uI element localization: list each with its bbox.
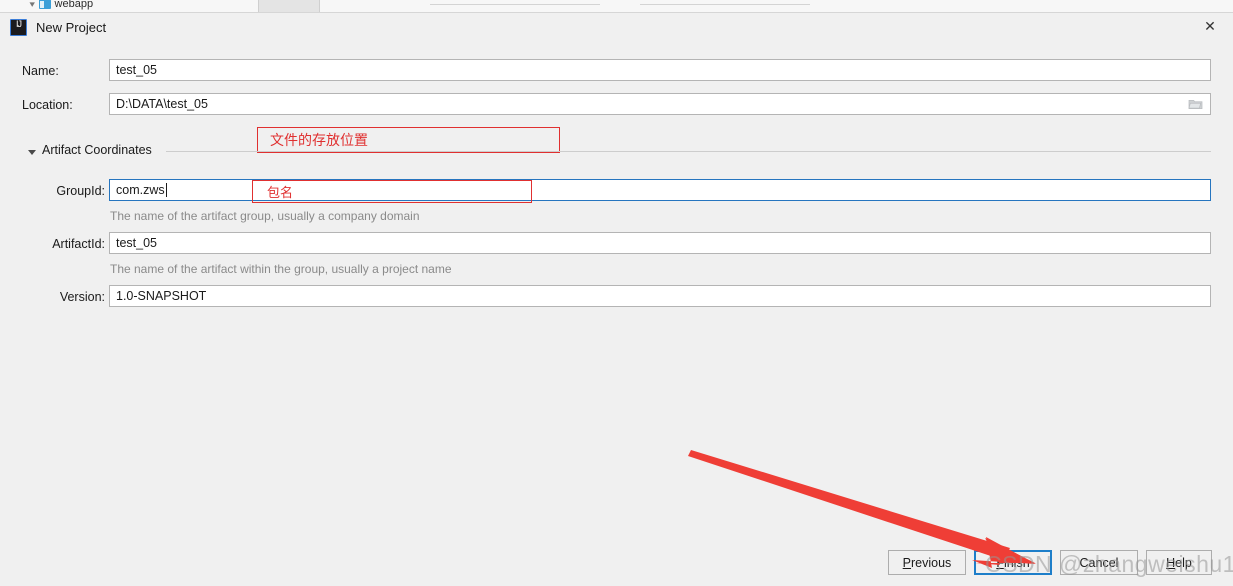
artifact-coordinates-label: Artifact Coordinates bbox=[42, 143, 158, 157]
artifact-coordinates-section-header[interactable]: Artifact Coordinates bbox=[0, 143, 1233, 159]
intellij-idea-icon bbox=[10, 18, 27, 36]
chevron-down-icon: ▾ bbox=[29, 0, 35, 9]
artifactid-input-value: test_05 bbox=[116, 236, 158, 250]
version-input-value: 1.0-SNAPSHOT bbox=[116, 289, 207, 303]
annotation-groupid-text: 包名 bbox=[267, 185, 294, 200]
dialog-titlebar: New Project ✕ bbox=[0, 13, 1233, 41]
version-label: Version: bbox=[59, 290, 105, 304]
name-input[interactable]: test_05 bbox=[109, 59, 1211, 81]
folder-icon bbox=[38, 0, 51, 9]
previous-button-label: Previous bbox=[902, 555, 952, 570]
background-ide-strip: ▾ webapp bbox=[0, 0, 1233, 12]
folder-browse-icon[interactable] bbox=[1188, 98, 1203, 111]
background-toolbar-line bbox=[430, 4, 600, 5]
section-divider bbox=[166, 151, 1211, 152]
groupid-hint: The name of the artifact group, usually … bbox=[110, 209, 420, 223]
background-tree-item-webapp: ▾ webapp bbox=[30, 0, 93, 10]
text-caret bbox=[165, 183, 167, 197]
dialog-button-bar: Previous Finish Cancel Help bbox=[0, 550, 1233, 578]
previous-button[interactable]: Previous bbox=[888, 550, 966, 575]
finish-button[interactable]: Finish bbox=[974, 550, 1052, 575]
groupid-input-value: com.zws bbox=[116, 183, 165, 197]
artifactid-hint: The name of the artifact within the grou… bbox=[110, 262, 452, 276]
location-input-value: D:\DATA\test_05 bbox=[116, 97, 208, 111]
location-input[interactable]: D:\DATA\test_05 bbox=[109, 93, 1211, 115]
background-toolbar-line-2 bbox=[640, 4, 810, 5]
name-input-value: test_05 bbox=[116, 63, 158, 77]
annotation-groupid-note: 包名 bbox=[252, 180, 532, 203]
cancel-button-label: Cancel bbox=[1079, 555, 1119, 570]
artifactid-input[interactable]: test_05 bbox=[109, 232, 1211, 254]
groupid-label: GroupId: bbox=[56, 184, 105, 198]
triangle-down-icon[interactable] bbox=[28, 150, 36, 155]
finish-button-label: Finish bbox=[996, 555, 1030, 570]
new-project-dialog: New Project ✕ Name: test_05 Location: D:… bbox=[0, 12, 1233, 586]
background-tab-stub bbox=[258, 0, 320, 12]
help-button[interactable]: Help bbox=[1146, 550, 1212, 575]
version-input[interactable]: 1.0-SNAPSHOT bbox=[109, 285, 1211, 307]
location-label: Location: bbox=[22, 98, 73, 112]
background-tree-item-label: webapp bbox=[54, 0, 94, 10]
help-button-label: Help bbox=[1166, 555, 1192, 570]
close-icon[interactable]: ✕ bbox=[1187, 9, 1233, 43]
artifactid-label: ArtifactId: bbox=[52, 237, 105, 251]
cancel-button[interactable]: Cancel bbox=[1060, 550, 1138, 575]
dialog-title: New Project bbox=[36, 19, 107, 35]
name-label: Name: bbox=[22, 64, 59, 78]
